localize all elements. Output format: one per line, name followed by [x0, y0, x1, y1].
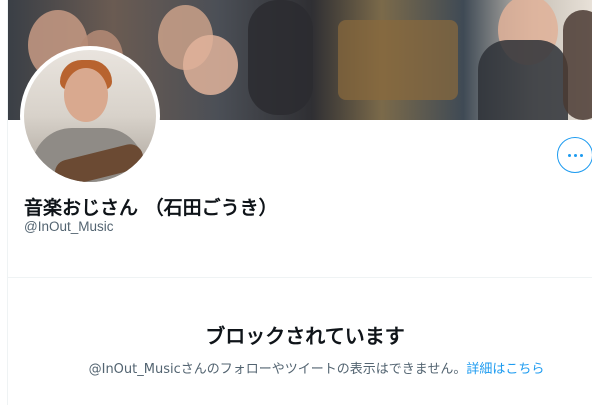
profile-display-name: 音楽おじさん （石田ごうき）	[24, 197, 278, 219]
more-options-button[interactable]	[557, 137, 592, 173]
details-link[interactable]: 詳細はこちら	[466, 362, 544, 377]
profile-avatar[interactable]	[20, 46, 160, 186]
blocked-description: @InOut_Musicさんのフォローやツイートの表示はできません。	[88, 362, 467, 377]
section-divider	[8, 277, 592, 278]
blocked-message: @InOut_Musicさんのフォローやツイートの表示はできません。詳細はこちら	[0, 358, 592, 377]
blocked-title: ブロックされています	[205, 324, 405, 348]
profile-handle: @InOut_Music	[24, 219, 114, 234]
more-horizontal-icon	[566, 153, 584, 157]
